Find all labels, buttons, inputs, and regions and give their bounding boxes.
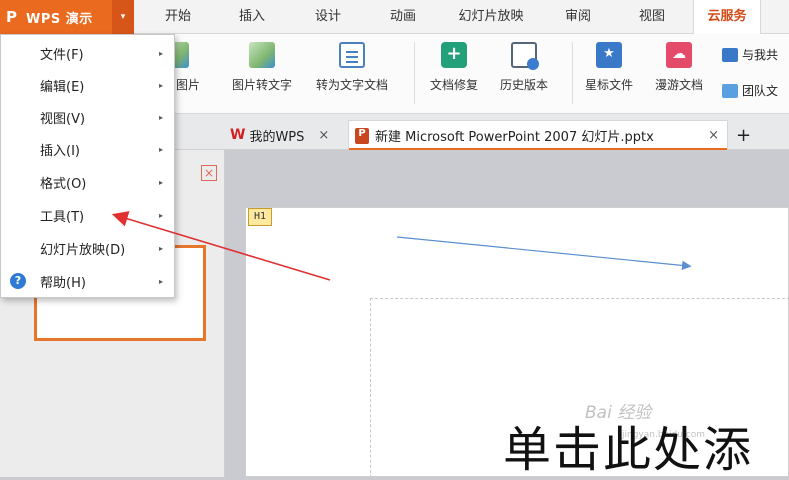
menu-item-label: 幻灯片放映(D)	[40, 242, 126, 258]
pptx-file-icon	[355, 127, 369, 144]
slide-tag-badge: H1	[248, 208, 272, 226]
ribbon-divider	[572, 42, 573, 104]
convert-doc-icon	[339, 42, 365, 68]
menu-item-tools[interactable]: 工具(T) ▸	[1, 199, 174, 231]
menu-item-label: 格式(O)	[40, 176, 87, 192]
ribbon-divider	[414, 42, 415, 104]
tab-slideshow[interactable]: 幻灯片放映	[446, 0, 536, 34]
new-tab-button[interactable]: +	[736, 120, 751, 150]
ribbon-label: 图片转文字	[232, 78, 293, 92]
menu-item-slideshow[interactable]: 幻灯片放映(D) ▸	[1, 232, 174, 264]
watermark: Bai 经验	[585, 403, 652, 423]
menu-item-label: 文件(F)	[40, 47, 84, 63]
wps-logo-icon: P	[6, 8, 17, 26]
menu-item-label: 工具(T)	[40, 209, 85, 225]
ribbon-small-label: 与我共	[742, 48, 779, 62]
history-version-icon	[511, 42, 539, 70]
menu-item-file[interactable]: 文件(F) ▸	[1, 37, 174, 69]
ribbon-small-label: 团队文	[742, 84, 779, 98]
tab-presentation-file[interactable]: 新建 Microsoft PowerPoint 2007 幻灯片.pptx ×	[348, 120, 728, 150]
tab-label: 我的WPS	[249, 129, 305, 145]
watermark-url: jingyan.baidu.com	[622, 430, 706, 440]
team-doc-button[interactable]: 团队文	[722, 82, 778, 99]
image-to-text-button[interactable]: 图片转文字	[232, 42, 292, 93]
submenu-arrow-icon: ▸	[159, 243, 164, 253]
submenu-arrow-icon: ▸	[159, 144, 164, 154]
star-file-icon	[596, 42, 622, 68]
star-file-button[interactable]: 星标文件	[585, 42, 633, 93]
submenu-arrow-icon: ▸	[159, 112, 164, 122]
roaming-doc-icon	[666, 42, 692, 68]
document-repair-icon	[441, 42, 467, 68]
tab-cloud-service[interactable]: 云服务	[693, 0, 761, 35]
submenu-arrow-icon: ▸	[159, 177, 164, 187]
chevron-down-icon[interactable]: ▾	[112, 0, 134, 34]
help-icon: ?	[10, 273, 26, 289]
app-name: WPS 演示	[26, 11, 93, 27]
tab-design[interactable]: 设计	[300, 0, 356, 34]
menu-item-edit[interactable]: 编辑(E) ▸	[1, 69, 174, 101]
history-version-button[interactable]: 历史版本	[500, 42, 548, 93]
roaming-doc-button[interactable]: 漫游文档	[655, 42, 703, 93]
ribbon-label: 漫游文档	[655, 78, 704, 92]
tab-view[interactable]: 视图	[624, 0, 680, 34]
wps-app-menu: 文件(F) ▸ 编辑(E) ▸ 视图(V) ▸ 插入(I) ▸ 格式(O) ▸ …	[0, 34, 175, 298]
submenu-arrow-icon: ▸	[159, 276, 164, 286]
tab-insert[interactable]: 插入	[224, 0, 280, 34]
menu-item-help[interactable]: ? 帮助(H) ▸	[1, 265, 174, 297]
tab-my-wps[interactable]: W 我的WPS ×	[230, 120, 329, 150]
submenu-arrow-icon: ▸	[159, 210, 164, 220]
tab-animation[interactable]: 动画	[375, 0, 431, 34]
share-with-me-icon	[722, 47, 738, 62]
shared-with-me-button[interactable]: 与我共	[722, 46, 778, 63]
menu-item-format[interactable]: 格式(O) ▸	[1, 166, 174, 198]
ribbon-label: 文档修复	[430, 78, 479, 92]
menu-item-label: 帮助(H)	[40, 275, 86, 291]
menu-item-label: 插入(I)	[40, 143, 80, 159]
tab-review[interactable]: 审阅	[550, 0, 606, 34]
close-icon[interactable]: ×	[708, 128, 719, 143]
wps-w-icon: W	[230, 127, 246, 143]
wps-app-button[interactable]: P WPS 演示 ▾	[0, 0, 134, 34]
team-doc-icon	[722, 83, 738, 98]
submenu-arrow-icon: ▸	[159, 48, 164, 58]
submenu-arrow-icon: ▸	[159, 80, 164, 90]
menu-item-label: 编辑(E)	[40, 79, 85, 95]
image-to-text-icon	[249, 42, 275, 68]
ribbon-label: 历史版本	[500, 78, 549, 92]
menu-item-label: 视图(V)	[40, 111, 86, 127]
ribbon-label: 转为文字文档	[316, 78, 389, 92]
menu-item-view[interactable]: 视图(V) ▸	[1, 101, 174, 133]
menu-bar: P WPS 演示 ▾ 开始 插入 设计 动画 幻灯片放映 审阅 视图 云服务	[0, 0, 789, 35]
document-repair-button[interactable]: 文档修复	[430, 42, 478, 93]
convert-to-doc-button[interactable]: 转为文字文档	[316, 42, 388, 93]
ribbon-label: 星标文件	[585, 78, 634, 92]
menu-item-insert[interactable]: 插入(I) ▸	[1, 133, 174, 165]
close-icon[interactable]: ×	[318, 128, 329, 143]
tab-start[interactable]: 开始	[150, 0, 206, 34]
close-icon[interactable]: ×	[201, 165, 217, 181]
tab-label: 新建 Microsoft PowerPoint 2007 幻灯片.pptx	[375, 130, 654, 145]
